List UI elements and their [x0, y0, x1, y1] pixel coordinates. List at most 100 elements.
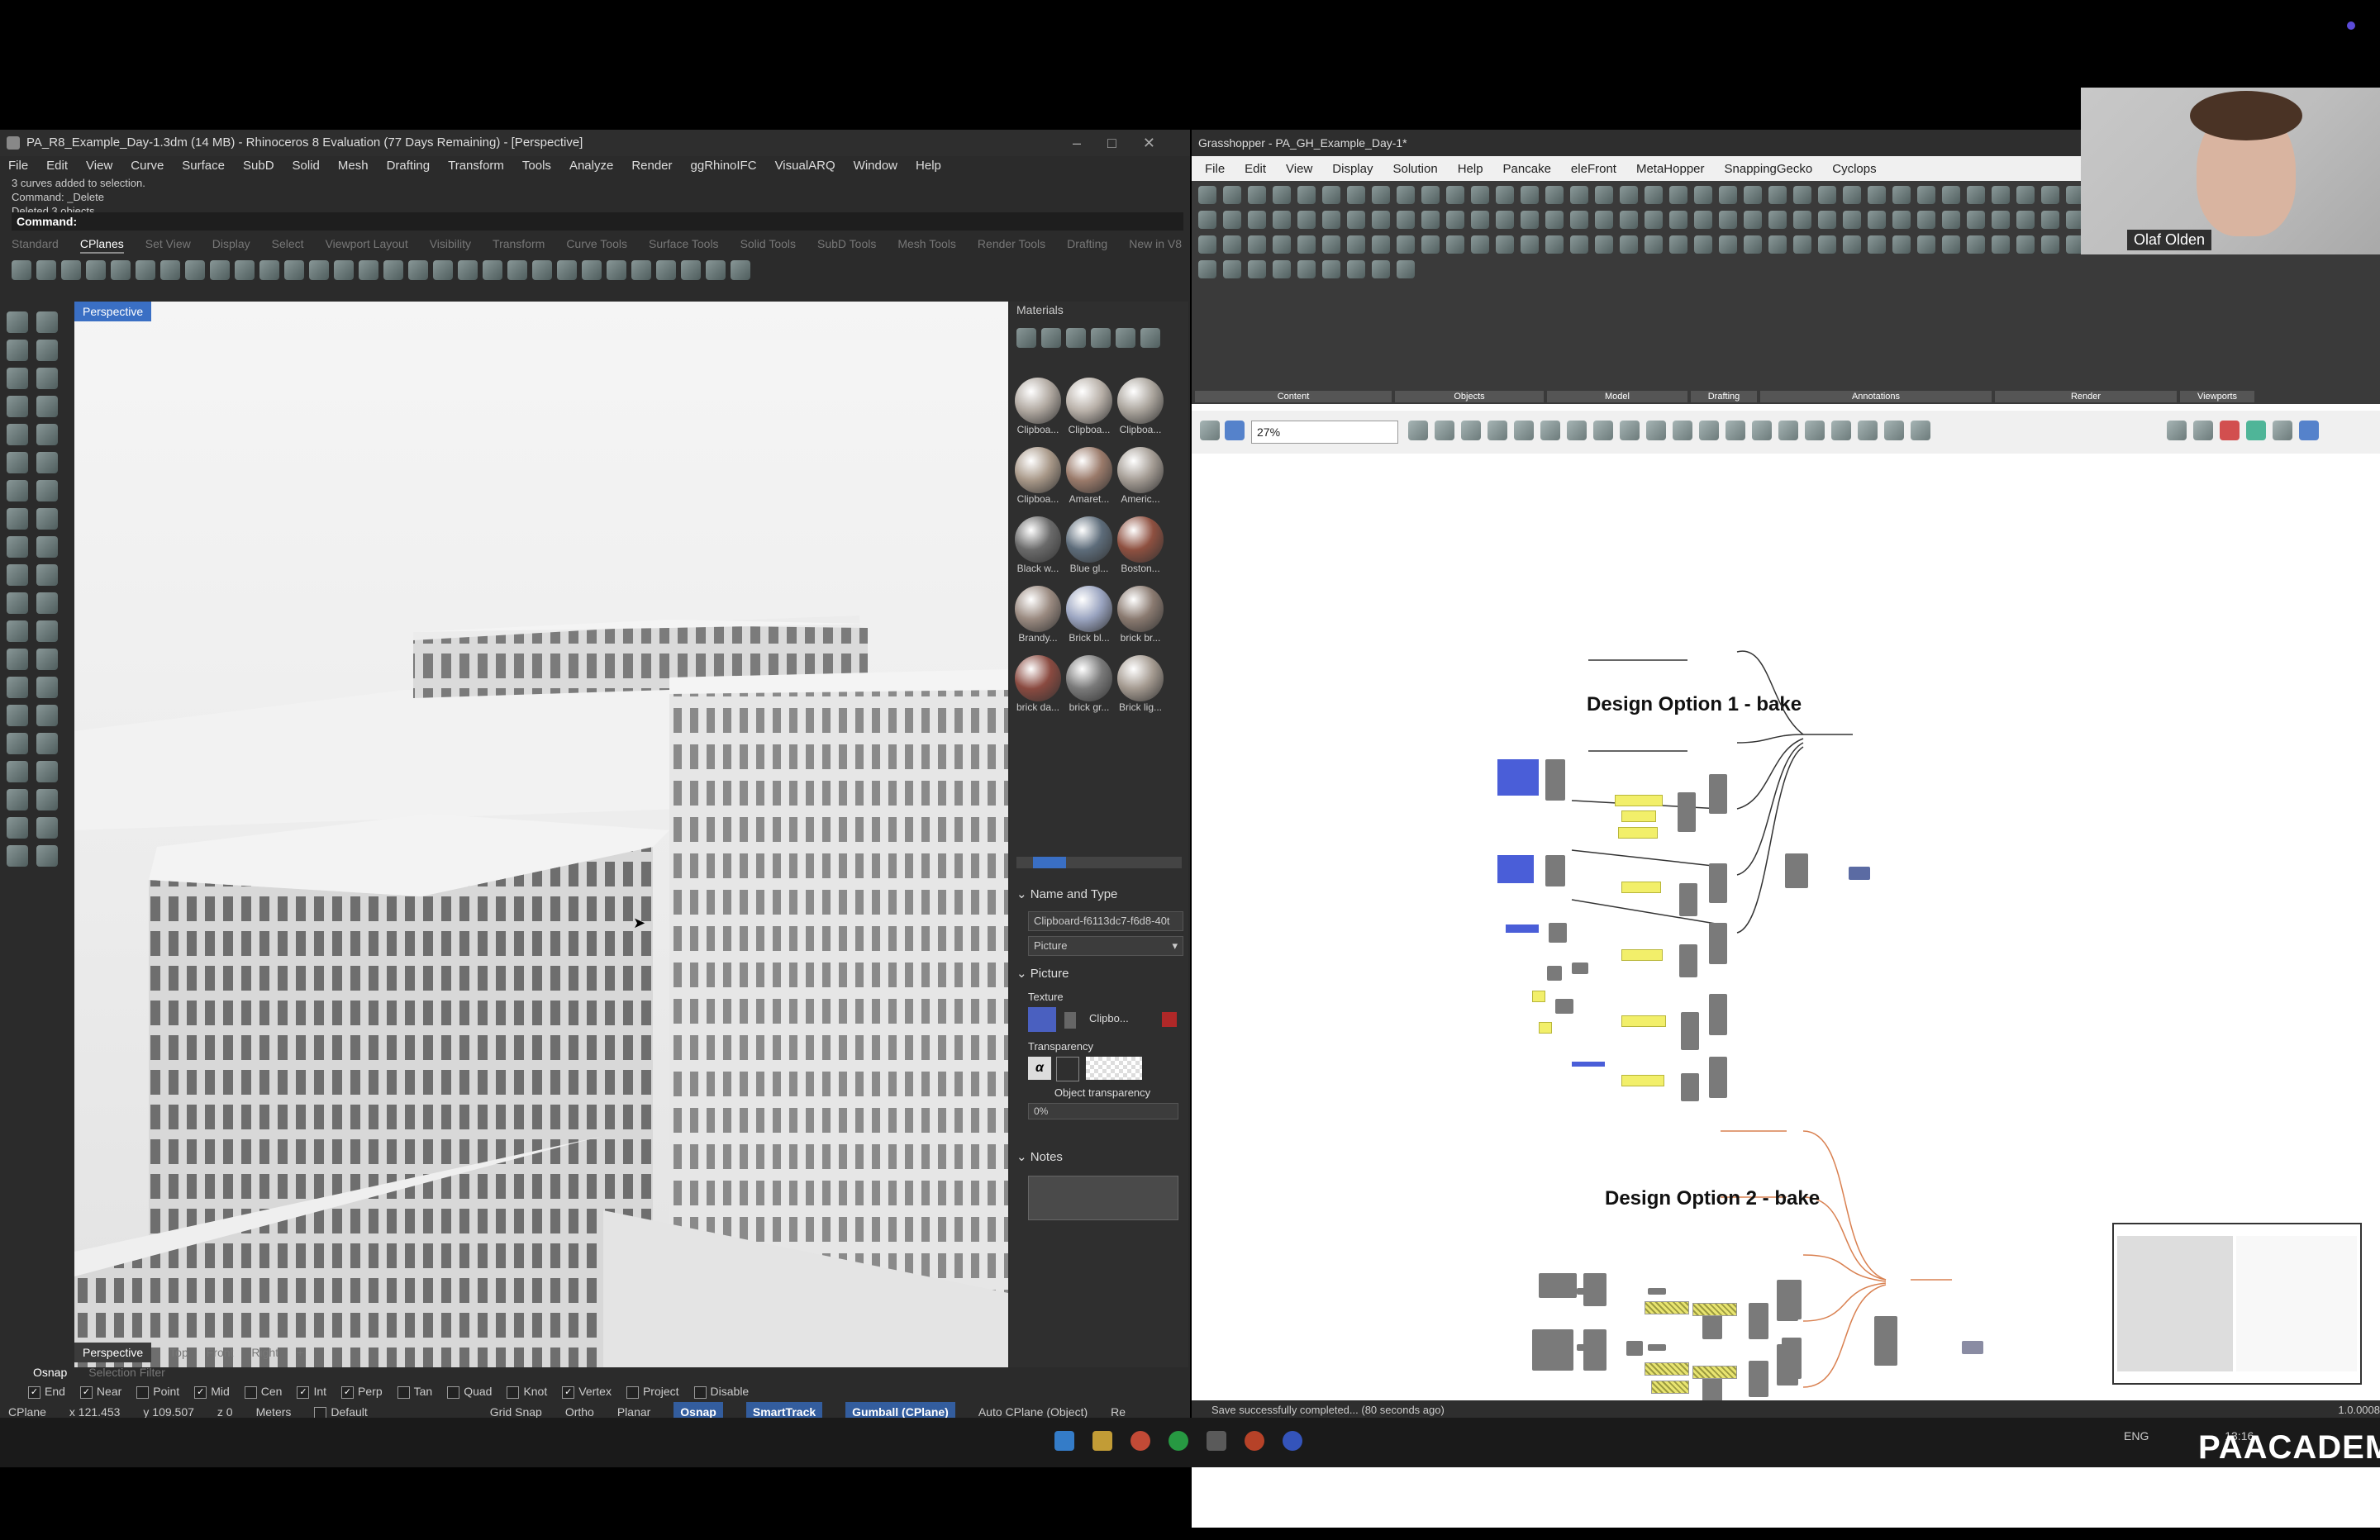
- component-icon[interactable]: [1347, 186, 1365, 204]
- material-thumbnail[interactable]: Clipboa...: [1116, 378, 1165, 440]
- tool-icon[interactable]: [36, 649, 58, 670]
- toolbar-tab[interactable]: Solid Tools: [740, 234, 796, 254]
- tool-icon[interactable]: [7, 452, 28, 473]
- name-and-type-section[interactable]: ⌄ Name and Type: [1016, 886, 1117, 901]
- osnap-option[interactable]: Knot: [507, 1382, 547, 1400]
- tool-icon[interactable]: [7, 649, 28, 670]
- component-icon[interactable]: [1471, 186, 1489, 204]
- osnap-option[interactable]: ✓ End: [28, 1382, 65, 1400]
- osnap-checkbox[interactable]: ✓: [341, 1386, 355, 1399]
- toolbar-tab[interactable]: Transform: [493, 234, 545, 254]
- osnap-option[interactable]: ✓ Mid: [194, 1382, 230, 1400]
- component-icon[interactable]: [1471, 235, 1489, 254]
- component-icon[interactable]: [1273, 260, 1291, 278]
- gh-component[interactable]: [1709, 863, 1727, 903]
- notes-section[interactable]: ⌄ Notes: [1016, 1149, 1063, 1164]
- tool-icon[interactable]: [433, 260, 453, 280]
- tool-icon[interactable]: [458, 260, 478, 280]
- gh-component[interactable]: [1681, 1073, 1699, 1101]
- tool-icon[interactable]: [36, 508, 58, 530]
- tool-icon[interactable]: [36, 260, 56, 280]
- viewport-tab[interactable]: +: [297, 1343, 303, 1362]
- number-slider[interactable]: [1621, 1075, 1664, 1086]
- tool-icon[interactable]: [36, 705, 58, 726]
- component-icon[interactable]: [1595, 186, 1613, 204]
- shaded-preview-icon[interactable]: [2220, 421, 2240, 440]
- menu-item[interactable]: ggRhinoIFC: [691, 156, 757, 176]
- gh-component[interactable]: [1782, 1280, 1802, 1319]
- gh-component[interactable]: [1648, 1288, 1666, 1295]
- tool-icon[interactable]: [507, 260, 527, 280]
- ribbon-group-label[interactable]: Render: [1995, 391, 2177, 402]
- number-slider[interactable]: [1539, 1022, 1552, 1034]
- canvas-tool-icon[interactable]: [1461, 421, 1481, 440]
- component-icon[interactable]: [1694, 235, 1712, 254]
- osnap-checkbox[interactable]: [693, 1386, 707, 1399]
- component-icon[interactable]: [1818, 235, 1836, 254]
- osnap-option[interactable]: ✓ Near: [79, 1382, 121, 1400]
- component-icon[interactable]: [1868, 211, 1886, 229]
- component-icon[interactable]: [1496, 211, 1514, 229]
- component-icon[interactable]: [1372, 235, 1390, 254]
- save-file-icon[interactable]: [1225, 421, 1245, 440]
- tool-icon[interactable]: [36, 368, 58, 389]
- tool-icon[interactable]: [7, 817, 28, 839]
- component-icon[interactable]: [1967, 211, 1985, 229]
- component-icon[interactable]: [1347, 235, 1365, 254]
- component-icon[interactable]: [1521, 211, 1539, 229]
- osnap-checkbox[interactable]: [136, 1386, 150, 1399]
- component-icon[interactable]: [1669, 186, 1687, 204]
- ribbon-group-label[interactable]: Model: [1547, 391, 1687, 402]
- tool-icon[interactable]: [36, 733, 58, 754]
- material-tool-icon[interactable]: [1116, 328, 1135, 348]
- component-icon[interactable]: [1372, 186, 1390, 204]
- tool-icon[interactable]: [7, 761, 28, 782]
- component-icon[interactable]: [1645, 211, 1663, 229]
- gh-component[interactable]: [1709, 923, 1727, 964]
- osnap-checkbox[interactable]: ✓: [297, 1386, 310, 1399]
- material-tool-icon[interactable]: [1016, 328, 1036, 348]
- canvas-tool-icon[interactable]: [1884, 421, 1904, 440]
- component-icon[interactable]: [2041, 235, 2059, 254]
- component-icon[interactable]: [1620, 211, 1638, 229]
- toolbar-tab[interactable]: Visibility: [430, 234, 471, 254]
- component-icon[interactable]: [1818, 186, 1836, 204]
- component-icon[interactable]: [1421, 235, 1440, 254]
- panel-component[interactable]: [1497, 759, 1539, 796]
- component-icon[interactable]: [1843, 235, 1861, 254]
- menu-item[interactable]: Help: [916, 156, 941, 176]
- tool-icon[interactable]: [36, 817, 58, 839]
- component-icon[interactable]: [2016, 235, 2035, 254]
- component-icon[interactable]: [1992, 186, 2010, 204]
- menu-item[interactable]: Transform: [448, 156, 504, 176]
- chrome-icon[interactable]: [1130, 1431, 1150, 1451]
- material-tool-icon[interactable]: [1066, 328, 1086, 348]
- material-thumbnail[interactable]: Americ...: [1116, 447, 1165, 510]
- osnap-checkbox[interactable]: ✓: [79, 1386, 93, 1399]
- number-slider[interactable]: [1621, 882, 1661, 893]
- menu-item[interactable]: File: [1205, 159, 1225, 179]
- tool-icon[interactable]: [408, 260, 428, 280]
- toolbar-tab[interactable]: CPlanes: [79, 234, 124, 254]
- osnap-checkbox[interactable]: ✓: [28, 1386, 40, 1399]
- tool-icon[interactable]: [36, 452, 58, 473]
- component-icon[interactable]: [1446, 211, 1464, 229]
- tool-icon[interactable]: [681, 260, 701, 280]
- osnap-tab[interactable]: Selection Filter: [88, 1362, 165, 1382]
- component-icon[interactable]: [1397, 186, 1415, 204]
- component-icon[interactable]: [1694, 211, 1712, 229]
- tool-icon[interactable]: [185, 260, 205, 280]
- number-slider[interactable]: [1651, 1381, 1689, 1394]
- doc-preview-icon[interactable]: [2273, 421, 2292, 440]
- component-icon[interactable]: [1322, 235, 1340, 254]
- component-icon[interactable]: [1297, 211, 1316, 229]
- component-icon[interactable]: [1198, 211, 1216, 229]
- material-thumbnail[interactable]: Clipboa...: [1013, 447, 1063, 510]
- tool-icon[interactable]: [7, 508, 28, 530]
- component-icon[interactable]: [1843, 211, 1861, 229]
- gh-component[interactable]: [1547, 966, 1562, 981]
- tool-icon[interactable]: [284, 260, 304, 280]
- osnap-checkbox[interactable]: [626, 1386, 639, 1399]
- merge-component[interactable]: [1874, 1316, 1897, 1366]
- component-icon[interactable]: [1372, 260, 1390, 278]
